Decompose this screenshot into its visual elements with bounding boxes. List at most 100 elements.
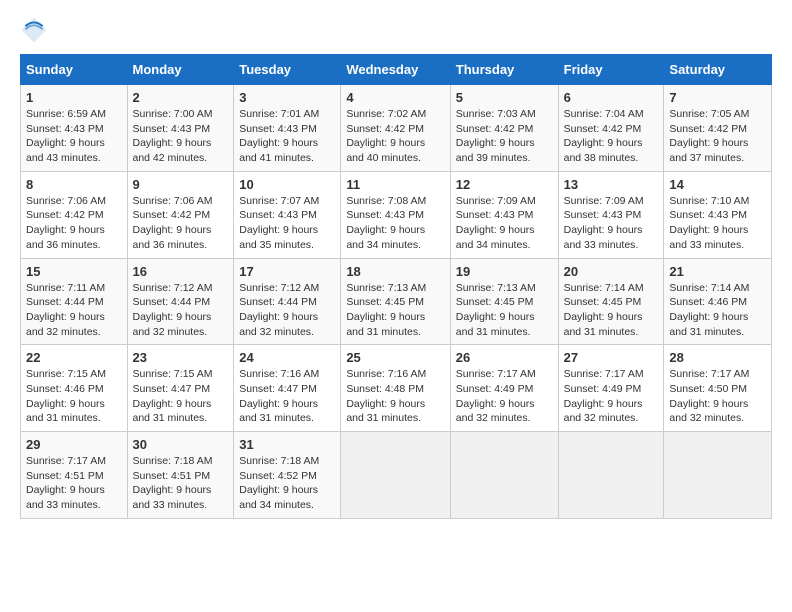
day-number: 26	[456, 350, 553, 365]
calendar-cell: 18 Sunrise: 7:13 AMSunset: 4:45 PMDaylig…	[341, 258, 450, 345]
calendar-cell: 4 Sunrise: 7:02 AMSunset: 4:42 PMDayligh…	[341, 85, 450, 172]
day-number: 18	[346, 264, 444, 279]
day-number: 2	[133, 90, 229, 105]
day-info: Sunrise: 7:02 AMSunset: 4:42 PMDaylight:…	[346, 108, 426, 164]
calendar-cell	[341, 432, 450, 519]
day-info: Sunrise: 7:17 AMSunset: 4:51 PMDaylight:…	[26, 455, 106, 511]
column-header-wednesday: Wednesday	[341, 55, 450, 85]
calendar-cell: 10 Sunrise: 7:07 AMSunset: 4:43 PMDaylig…	[234, 171, 341, 258]
calendar-cell: 31 Sunrise: 7:18 AMSunset: 4:52 PMDaylig…	[234, 432, 341, 519]
day-number: 31	[239, 437, 335, 452]
day-number: 22	[26, 350, 122, 365]
calendar-cell: 27 Sunrise: 7:17 AMSunset: 4:49 PMDaylig…	[558, 345, 664, 432]
calendar-cell: 22 Sunrise: 7:15 AMSunset: 4:46 PMDaylig…	[21, 345, 128, 432]
calendar-cell: 26 Sunrise: 7:17 AMSunset: 4:49 PMDaylig…	[450, 345, 558, 432]
day-info: Sunrise: 7:11 AMSunset: 4:44 PMDaylight:…	[26, 282, 105, 338]
calendar-cell: 24 Sunrise: 7:16 AMSunset: 4:47 PMDaylig…	[234, 345, 341, 432]
calendar-cell: 30 Sunrise: 7:18 AMSunset: 4:51 PMDaylig…	[127, 432, 234, 519]
day-info: Sunrise: 7:09 AMSunset: 4:43 PMDaylight:…	[456, 195, 536, 251]
calendar-cell: 14 Sunrise: 7:10 AMSunset: 4:43 PMDaylig…	[664, 171, 772, 258]
day-info: Sunrise: 7:01 AMSunset: 4:43 PMDaylight:…	[239, 108, 319, 164]
day-info: Sunrise: 7:07 AMSunset: 4:43 PMDaylight:…	[239, 195, 319, 251]
day-number: 9	[133, 177, 229, 192]
day-info: Sunrise: 7:06 AMSunset: 4:42 PMDaylight:…	[133, 195, 213, 251]
calendar-cell: 29 Sunrise: 7:17 AMSunset: 4:51 PMDaylig…	[21, 432, 128, 519]
calendar-cell: 17 Sunrise: 7:12 AMSunset: 4:44 PMDaylig…	[234, 258, 341, 345]
day-info: Sunrise: 7:12 AMSunset: 4:44 PMDaylight:…	[133, 282, 213, 338]
calendar-cell: 21 Sunrise: 7:14 AMSunset: 4:46 PMDaylig…	[664, 258, 772, 345]
calendar-cell	[558, 432, 664, 519]
day-info: Sunrise: 7:04 AMSunset: 4:42 PMDaylight:…	[564, 108, 644, 164]
calendar-cell: 5 Sunrise: 7:03 AMSunset: 4:42 PMDayligh…	[450, 85, 558, 172]
calendar-week-row: 8 Sunrise: 7:06 AMSunset: 4:42 PMDayligh…	[21, 171, 772, 258]
calendar-cell: 13 Sunrise: 7:09 AMSunset: 4:43 PMDaylig…	[558, 171, 664, 258]
day-number: 3	[239, 90, 335, 105]
calendar-cell: 25 Sunrise: 7:16 AMSunset: 4:48 PMDaylig…	[341, 345, 450, 432]
calendar-table: SundayMondayTuesdayWednesdayThursdayFrid…	[20, 54, 772, 519]
calendar-header-row: SundayMondayTuesdayWednesdayThursdayFrid…	[21, 55, 772, 85]
day-number: 20	[564, 264, 659, 279]
calendar-cell: 2 Sunrise: 7:00 AMSunset: 4:43 PMDayligh…	[127, 85, 234, 172]
day-number: 8	[26, 177, 122, 192]
day-info: Sunrise: 7:00 AMSunset: 4:43 PMDaylight:…	[133, 108, 213, 164]
calendar-cell: 1 Sunrise: 6:59 AMSunset: 4:43 PMDayligh…	[21, 85, 128, 172]
calendar-cell: 11 Sunrise: 7:08 AMSunset: 4:43 PMDaylig…	[341, 171, 450, 258]
day-info: Sunrise: 7:17 AMSunset: 4:49 PMDaylight:…	[456, 368, 536, 424]
day-number: 19	[456, 264, 553, 279]
day-number: 4	[346, 90, 444, 105]
day-info: Sunrise: 7:06 AMSunset: 4:42 PMDaylight:…	[26, 195, 106, 251]
column-header-friday: Friday	[558, 55, 664, 85]
column-header-tuesday: Tuesday	[234, 55, 341, 85]
day-number: 25	[346, 350, 444, 365]
day-info: Sunrise: 7:17 AMSunset: 4:50 PMDaylight:…	[669, 368, 749, 424]
calendar-cell: 15 Sunrise: 7:11 AMSunset: 4:44 PMDaylig…	[21, 258, 128, 345]
day-number: 13	[564, 177, 659, 192]
calendar-cell: 7 Sunrise: 7:05 AMSunset: 4:42 PMDayligh…	[664, 85, 772, 172]
calendar-cell: 19 Sunrise: 7:13 AMSunset: 4:45 PMDaylig…	[450, 258, 558, 345]
day-info: Sunrise: 7:18 AMSunset: 4:51 PMDaylight:…	[133, 455, 213, 511]
calendar-cell	[664, 432, 772, 519]
day-number: 7	[669, 90, 766, 105]
calendar-week-row: 15 Sunrise: 7:11 AMSunset: 4:44 PMDaylig…	[21, 258, 772, 345]
day-number: 14	[669, 177, 766, 192]
day-number: 30	[133, 437, 229, 452]
calendar-cell: 12 Sunrise: 7:09 AMSunset: 4:43 PMDaylig…	[450, 171, 558, 258]
calendar-cell: 16 Sunrise: 7:12 AMSunset: 4:44 PMDaylig…	[127, 258, 234, 345]
day-number: 28	[669, 350, 766, 365]
calendar-week-row: 1 Sunrise: 6:59 AMSunset: 4:43 PMDayligh…	[21, 85, 772, 172]
day-info: Sunrise: 7:15 AMSunset: 4:46 PMDaylight:…	[26, 368, 106, 424]
logo	[20, 16, 52, 44]
day-info: Sunrise: 7:14 AMSunset: 4:46 PMDaylight:…	[669, 282, 749, 338]
day-number: 21	[669, 264, 766, 279]
column-header-sunday: Sunday	[21, 55, 128, 85]
calendar-cell: 8 Sunrise: 7:06 AMSunset: 4:42 PMDayligh…	[21, 171, 128, 258]
day-number: 23	[133, 350, 229, 365]
day-number: 11	[346, 177, 444, 192]
day-number: 5	[456, 90, 553, 105]
day-number: 10	[239, 177, 335, 192]
day-number: 29	[26, 437, 122, 452]
calendar-week-row: 22 Sunrise: 7:15 AMSunset: 4:46 PMDaylig…	[21, 345, 772, 432]
day-info: Sunrise: 7:03 AMSunset: 4:42 PMDaylight:…	[456, 108, 536, 164]
calendar-cell: 9 Sunrise: 7:06 AMSunset: 4:42 PMDayligh…	[127, 171, 234, 258]
day-number: 17	[239, 264, 335, 279]
calendar-week-row: 29 Sunrise: 7:17 AMSunset: 4:51 PMDaylig…	[21, 432, 772, 519]
day-info: Sunrise: 7:13 AMSunset: 4:45 PMDaylight:…	[456, 282, 536, 338]
day-info: Sunrise: 7:15 AMSunset: 4:47 PMDaylight:…	[133, 368, 213, 424]
calendar-cell	[450, 432, 558, 519]
day-number: 27	[564, 350, 659, 365]
day-info: Sunrise: 6:59 AMSunset: 4:43 PMDaylight:…	[26, 108, 106, 164]
day-number: 6	[564, 90, 659, 105]
day-info: Sunrise: 7:18 AMSunset: 4:52 PMDaylight:…	[239, 455, 319, 511]
calendar-cell: 28 Sunrise: 7:17 AMSunset: 4:50 PMDaylig…	[664, 345, 772, 432]
calendar-cell: 20 Sunrise: 7:14 AMSunset: 4:45 PMDaylig…	[558, 258, 664, 345]
column-header-saturday: Saturday	[664, 55, 772, 85]
calendar-cell: 3 Sunrise: 7:01 AMSunset: 4:43 PMDayligh…	[234, 85, 341, 172]
header	[20, 16, 772, 44]
logo-icon	[20, 16, 48, 44]
day-info: Sunrise: 7:12 AMSunset: 4:44 PMDaylight:…	[239, 282, 319, 338]
column-header-thursday: Thursday	[450, 55, 558, 85]
day-info: Sunrise: 7:05 AMSunset: 4:42 PMDaylight:…	[669, 108, 749, 164]
day-number: 1	[26, 90, 122, 105]
day-info: Sunrise: 7:14 AMSunset: 4:45 PMDaylight:…	[564, 282, 644, 338]
